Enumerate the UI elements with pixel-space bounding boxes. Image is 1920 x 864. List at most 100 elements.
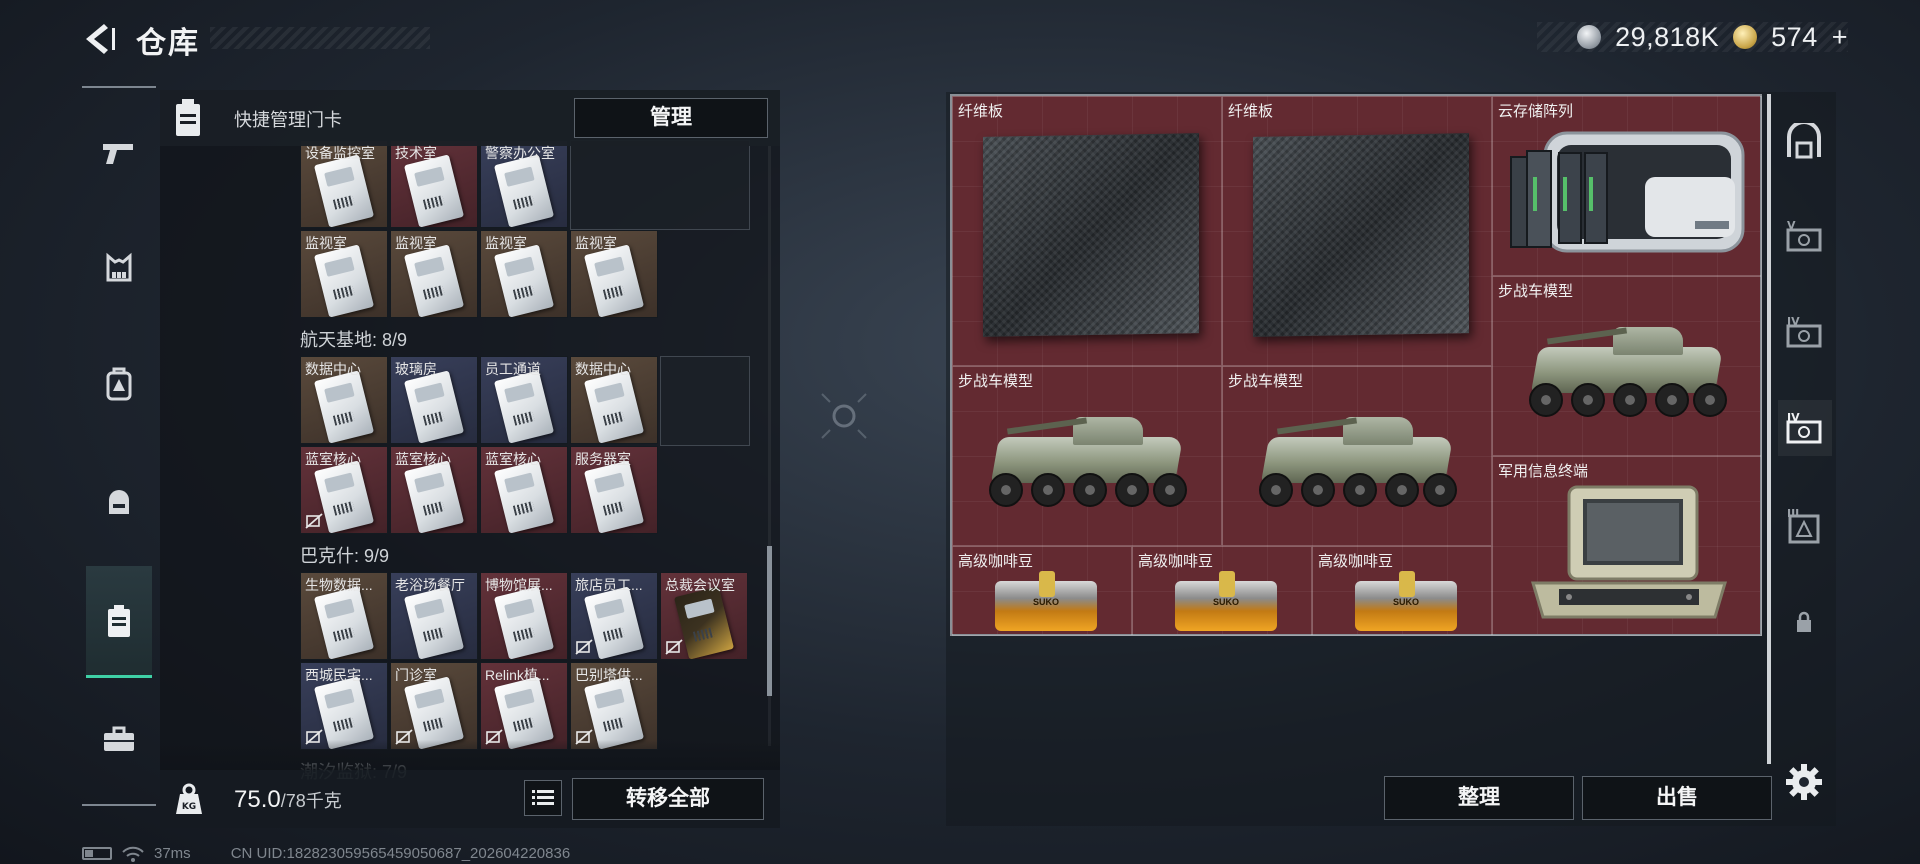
keycard-item[interactable]: 监视室: [570, 230, 658, 318]
container-item[interactable]: 军用信息终端: [1492, 456, 1762, 636]
stash-weight: 75.0/78千克: [234, 786, 342, 814]
sort-button[interactable]: 整理: [1384, 776, 1574, 820]
keycard-name: 生物数据...: [305, 577, 373, 593]
keycard-name: 总裁会议室: [665, 577, 735, 593]
fiberboard-image: [983, 133, 1199, 337]
case-tab-4a[interactable]: IV: [1782, 310, 1826, 354]
keycard-name: 技术室: [395, 145, 437, 161]
container-item[interactable]: 步战车模型: [1222, 366, 1492, 546]
status-bar: 37ms CN UID:1828230595654590506​87_20260…: [82, 845, 570, 862]
keycard-item[interactable]: 数据中心: [300, 356, 388, 444]
keycard-name: 蓝室核心: [485, 451, 541, 467]
locked-slot[interactable]: [1782, 600, 1826, 644]
keycard-item[interactable]: 总裁会议室: [660, 572, 748, 660]
keycard-item[interactable]: 蓝室核心: [390, 446, 478, 534]
list-view-button[interactable]: [524, 780, 562, 816]
case-level-5-icon: V: [1786, 219, 1822, 252]
vest-icon: [106, 252, 132, 282]
keycard-item[interactable]: 旅店员工...: [570, 572, 658, 660]
keycard-name: 监视室: [305, 235, 347, 251]
keycard-name: 门诊室: [395, 667, 437, 683]
keycard-item[interactable]: 监视室: [300, 230, 388, 318]
keycard-image: [583, 370, 645, 443]
no-trade-icon: [485, 729, 503, 745]
no-trade-icon: [395, 729, 413, 745]
container-item[interactable]: 高级咖啡豆: [952, 546, 1132, 636]
safe-box-icon: [1787, 123, 1821, 159]
keycard-item[interactable]: 博物馆展...: [480, 572, 568, 660]
keycard-name: 老浴场餐厅: [395, 577, 465, 593]
sell-button[interactable]: 出售: [1582, 776, 1772, 820]
keycard-item[interactable]: 门诊室: [390, 662, 478, 750]
no-trade-icon: [575, 729, 593, 745]
item-name: 高级咖啡豆: [958, 553, 1034, 570]
keycard-name: 设备监控室: [305, 145, 375, 161]
coffee-bean-image: [1351, 567, 1461, 633]
add-gold-button[interactable]: +: [1832, 22, 1848, 53]
keycard-item[interactable]: 技术室: [390, 140, 478, 228]
tab-equipment[interactable]: [86, 468, 152, 534]
manage-button[interactable]: 管理: [574, 98, 768, 138]
item-name: 步战车模型: [958, 373, 1034, 390]
container-item[interactable]: 高级咖啡豆: [1312, 546, 1492, 636]
svg-text:IV: IV: [1787, 411, 1800, 424]
container-item[interactable]: 步战车模型: [1492, 276, 1762, 456]
keycard-item[interactable]: 巴别塔供...: [570, 662, 658, 750]
ifv-model-image: [1247, 401, 1467, 521]
no-trade-icon: [575, 639, 593, 655]
transfer-all-button[interactable]: 转移全部: [572, 778, 764, 820]
keycard-item[interactable]: 蓝室核心: [480, 446, 568, 534]
crosshair-icon: [818, 390, 870, 442]
tab-backpack[interactable]: [86, 352, 152, 418]
back-button[interactable]: [82, 22, 118, 56]
case-level-4-icon: IV: [1786, 315, 1822, 348]
wifi-icon: [122, 846, 144, 862]
safe-box-tab[interactable]: [1782, 120, 1826, 164]
case-tab-5[interactable]: V: [1782, 214, 1826, 258]
item-name: 纤维板: [1228, 103, 1274, 120]
title-decoration: [210, 27, 430, 49]
tab-keycards[interactable]: [86, 566, 152, 678]
tab-weapons[interactable]: [86, 120, 152, 186]
stash-scrollbar[interactable]: [767, 546, 772, 696]
keycard-item[interactable]: 设备监控室: [300, 140, 388, 228]
keycard-name: Relink植...: [485, 667, 550, 683]
keycard-image: [583, 460, 645, 533]
keycard-item[interactable]: 数据中心: [570, 356, 658, 444]
keycard-item[interactable]: 监视室: [390, 230, 478, 318]
weight-icon: KG: [172, 782, 206, 816]
keycard-item[interactable]: 西城民宅...: [300, 662, 388, 750]
keycard-image: [313, 586, 375, 659]
ping-value: 37ms: [154, 845, 191, 862]
tab-armor[interactable]: [86, 236, 152, 302]
keycard-item[interactable]: 蓝室核心: [300, 446, 388, 534]
keycard-item[interactable]: 监视室: [480, 230, 568, 318]
keycard-name: 监视室: [395, 235, 437, 251]
svg-text:KG: KG: [182, 802, 196, 812]
keycard-name: 蓝室核心: [305, 451, 361, 467]
svg-text:V: V: [1787, 219, 1796, 232]
keycard-item[interactable]: 玻璃房: [390, 356, 478, 444]
case-tab-3[interactable]: III: [1782, 504, 1826, 548]
case-tab-4b[interactable]: IV: [1782, 406, 1826, 450]
keycard-item[interactable]: 警察办公室: [480, 140, 568, 228]
keycard-item[interactable]: 服务器室: [570, 446, 658, 534]
coffee-bean-image: [991, 567, 1101, 633]
keycard-item[interactable]: Relink植...: [480, 662, 568, 750]
keycard-item[interactable]: 老浴场餐厅: [390, 572, 478, 660]
item-name: 军用信息终端: [1498, 463, 1589, 480]
keycard-name: 西城民宅...: [305, 667, 373, 683]
tab-toolbox[interactable]: [86, 706, 152, 772]
settings-button[interactable]: [1784, 762, 1824, 802]
container-item[interactable]: 云存储阵列: [1492, 96, 1762, 276]
container-item[interactable]: 高级咖啡豆: [1132, 546, 1312, 636]
ifv-model-image: [977, 401, 1197, 521]
container-item[interactable]: 步战车模型: [952, 366, 1222, 546]
keycard-image: [313, 370, 375, 443]
container-item[interactable]: 纤维板: [952, 96, 1222, 366]
keycard-item[interactable]: 员工通道: [480, 356, 568, 444]
keycard-item[interactable]: 生物数据...: [300, 572, 388, 660]
keycard-name: 警察办公室: [485, 145, 555, 161]
container-item[interactable]: 纤维板: [1222, 96, 1492, 366]
container-scrollbar[interactable]: [1767, 94, 1771, 764]
